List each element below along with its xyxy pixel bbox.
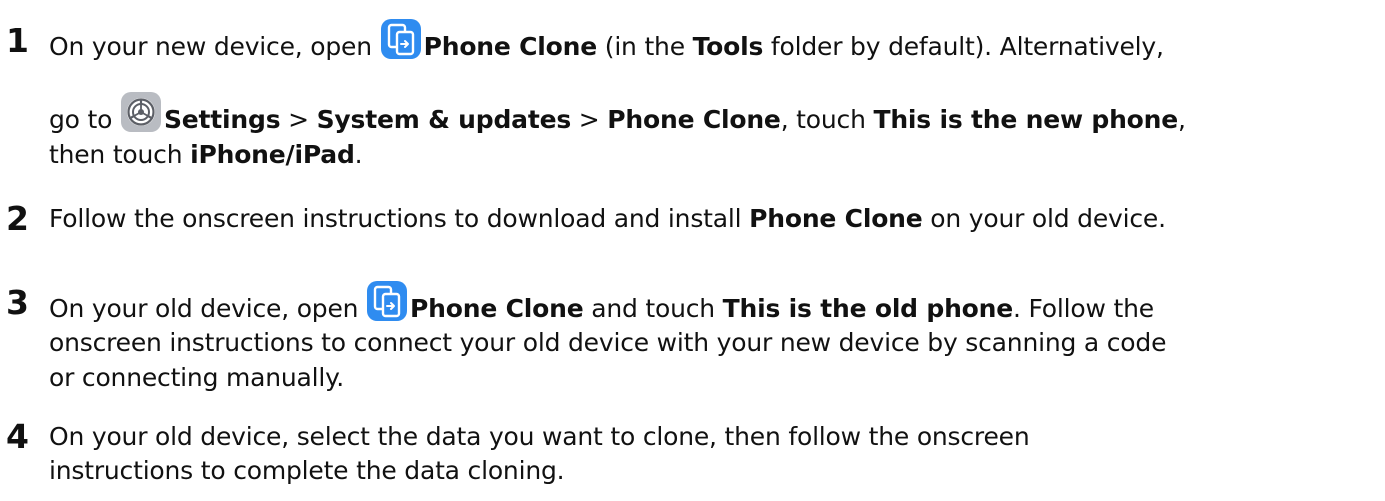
step-text: On your new device, open Phone Clone (in… bbox=[49, 19, 1379, 173]
step-text: On your old device, open Phone Clone and… bbox=[49, 281, 1379, 396]
text: then touch bbox=[49, 140, 191, 169]
bold-text: Phone Clone bbox=[749, 204, 923, 233]
text: > bbox=[571, 105, 608, 134]
step-line: On your new device, open Phone Clone (in… bbox=[49, 19, 1379, 65]
step-line: onscreen instructions to connect your ol… bbox=[49, 325, 1379, 361]
step-line: Follow the onscreen instructions to down… bbox=[49, 201, 1379, 237]
text: Follow the onscreen instructions to down… bbox=[49, 204, 750, 233]
phone-clone-icon bbox=[380, 18, 422, 60]
text: On your old device, select the data you … bbox=[49, 422, 1030, 451]
step-number: 1 bbox=[6, 21, 29, 60]
text: on your old device. bbox=[922, 204, 1166, 233]
text: or connecting manually. bbox=[49, 363, 344, 392]
text: (in the bbox=[597, 32, 693, 61]
settings-icon bbox=[120, 91, 162, 133]
phone-clone-icon bbox=[366, 280, 408, 322]
text: onscreen instructions to connect your ol… bbox=[49, 328, 1167, 357]
bold-text: Phone Clone bbox=[423, 32, 598, 61]
text: On your new device, open bbox=[49, 32, 380, 61]
step-line: On your old device, open Phone Clone and… bbox=[49, 281, 1379, 327]
step-number: 2 bbox=[6, 199, 29, 238]
bold-text: Settings bbox=[163, 105, 281, 134]
bold-text: Tools bbox=[692, 32, 764, 61]
text: , bbox=[1178, 105, 1186, 134]
step-number: 3 bbox=[6, 283, 29, 322]
step-line: instructions to complete the data clonin… bbox=[49, 453, 1379, 489]
text: folder by default). Alternatively, bbox=[763, 32, 1164, 61]
bold-text: This is the new phone bbox=[873, 105, 1179, 134]
bold-text: Phone Clone bbox=[410, 294, 584, 323]
step-line: go to Settings > System & updates > Phon… bbox=[49, 92, 1379, 138]
step-text: On your old device, select the data you … bbox=[49, 419, 1379, 489]
text: > bbox=[280, 105, 317, 134]
text: and touch bbox=[583, 294, 723, 323]
step-line: On your old device, select the data you … bbox=[49, 419, 1379, 455]
step-line: or connecting manually. bbox=[49, 360, 1379, 396]
step-line: then touch iPhone/iPad. bbox=[49, 137, 1379, 173]
text: go to bbox=[49, 105, 120, 134]
text: . bbox=[354, 140, 363, 169]
text: . Follow the bbox=[1013, 294, 1154, 323]
step-number: 4 bbox=[6, 417, 29, 456]
bold-text: iPhone/iPad bbox=[190, 140, 355, 169]
bold-text: Phone Clone bbox=[607, 105, 781, 134]
bold-text: This is the old phone bbox=[722, 294, 1014, 323]
bold-text: System & updates bbox=[316, 105, 572, 134]
text: instructions to complete the data clonin… bbox=[49, 456, 565, 485]
text: On your old device, open bbox=[49, 294, 367, 323]
text: , touch bbox=[780, 105, 874, 134]
step-text: Follow the onscreen instructions to down… bbox=[49, 201, 1379, 237]
